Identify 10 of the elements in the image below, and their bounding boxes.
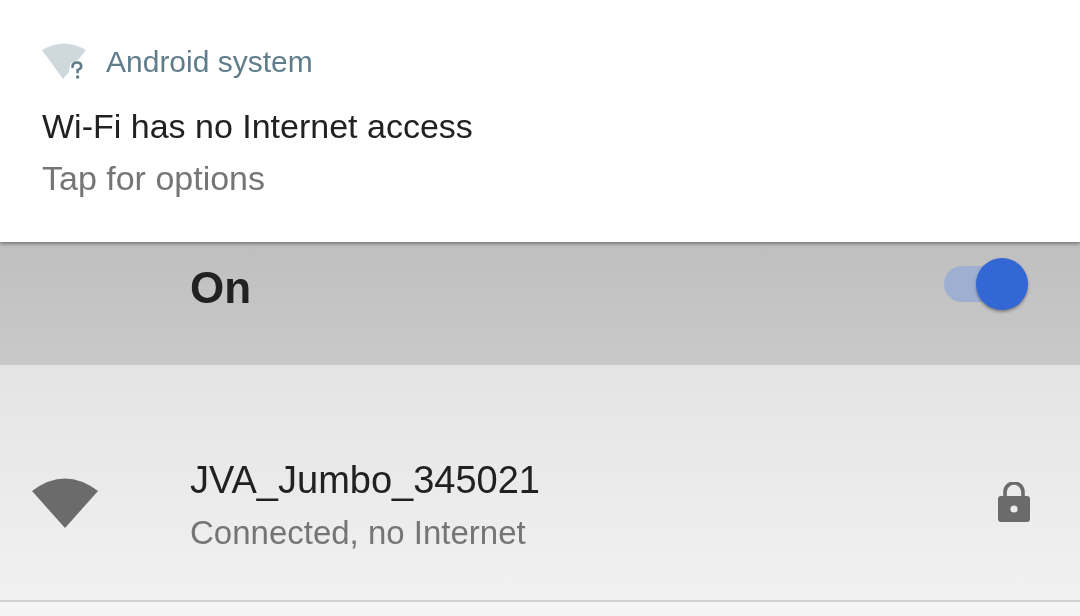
toggle-switch[interactable] (944, 258, 1028, 310)
notification-card[interactable]: Android system Wi-Fi has no Internet access Tap for options (0, 0, 1080, 242)
app-name: Android system (106, 43, 313, 80)
wifi-signal-icon (32, 476, 98, 528)
switch-label: On (190, 262, 252, 314)
wifi-question-icon (42, 43, 88, 80)
network-status: Connected, no Internet (190, 513, 526, 553)
network-name: JVA_Jumbo_345021 (190, 458, 540, 502)
notification-title: Wi-Fi has no Internet access (42, 106, 473, 146)
notification-text: Tap for options (42, 158, 266, 198)
